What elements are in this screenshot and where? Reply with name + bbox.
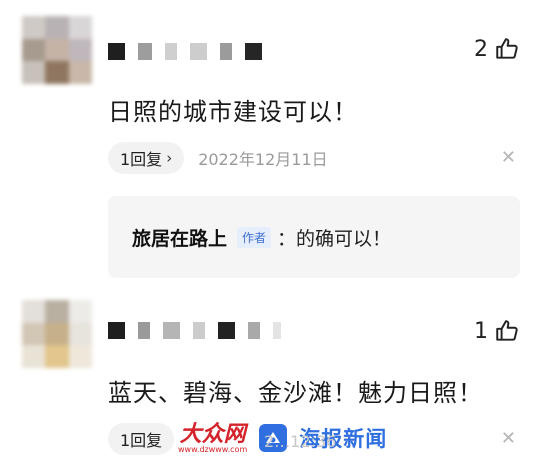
- dazhong-logo: 大众网 www.dzwww.com: [178, 423, 247, 454]
- username-pixelated[interactable]: [108, 321, 281, 339]
- avatar[interactable]: [22, 16, 92, 84]
- thumbs-up-icon: [496, 320, 518, 341]
- like-button[interactable]: 1: [474, 318, 520, 344]
- reply-author[interactable]: 旅居在路上: [132, 224, 227, 251]
- like-count: 2: [474, 36, 488, 62]
- reply-count-button[interactable]: 1回复: [108, 423, 175, 455]
- reply-count-button[interactable]: 1回复 ›: [108, 142, 185, 174]
- reply-text: ：的确可以！: [277, 227, 392, 250]
- comment-meta: 1回复 › 2022年12月11日: [108, 142, 328, 174]
- author-badge: 作者: [237, 226, 272, 248]
- comment-text: 蓝天、碧海、金沙滩！魅力日照！: [108, 379, 483, 407]
- comment-meta: 1回复: [108, 423, 175, 455]
- close-icon[interactable]: ✕: [501, 428, 516, 449]
- thumbs-up-icon: [496, 38, 518, 59]
- username-pixelated[interactable]: [108, 42, 262, 60]
- comment-date: 2022年12月11日: [198, 150, 328, 169]
- reply-count-label: 1回复: [120, 150, 163, 169]
- like-count: 1: [474, 318, 488, 344]
- comment-text: 日照的城市建设可以！: [108, 98, 358, 126]
- comment-item: 1 蓝天、碧海、金沙滩！魅力日照！ 1回复 ✕ 2…12:36 大众网 www.…: [0, 282, 550, 463]
- dazhong-logo-text: 大众网: [179, 420, 246, 447]
- close-icon[interactable]: ✕: [501, 147, 516, 168]
- comment-item: 2 日照的城市建设可以！ 1回复 › 2022年12月11日 ✕ 旅居在路上 作…: [0, 0, 550, 282]
- avatar[interactable]: [22, 300, 92, 368]
- reply-preview[interactable]: 旅居在路上 作者 ：的确可以！: [108, 196, 520, 278]
- comment-date-partial: 2…12:36: [264, 432, 337, 451]
- dazhong-logo-url: www.dzwww.com: [178, 444, 248, 454]
- like-button[interactable]: 2: [474, 36, 520, 62]
- watermark-overlay: 2…12:36 大众网 www.dzwww.com 海报新闻: [178, 418, 387, 458]
- reply-count-label: 1回复: [120, 431, 163, 450]
- chevron-right-icon: ›: [166, 149, 173, 167]
